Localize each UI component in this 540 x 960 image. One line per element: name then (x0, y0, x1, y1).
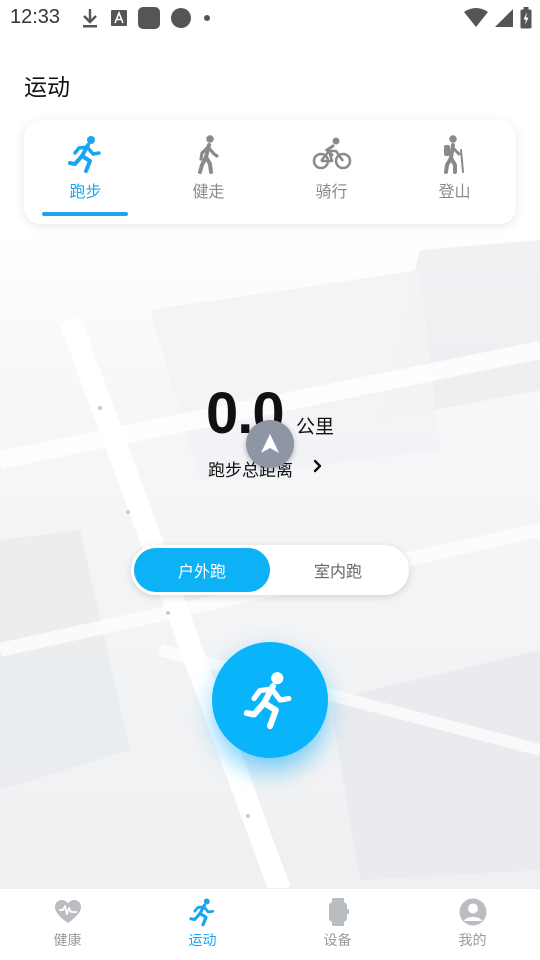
tab-cycling-label: 骑行 (315, 182, 348, 201)
profile-icon (459, 898, 486, 926)
nav-sport-label: 运动 (188, 933, 217, 949)
system-icons (464, 6, 532, 30)
tab-running-label: 跑步 (69, 182, 102, 201)
indoor-run-button[interactable]: 室内跑 (270, 548, 406, 592)
tab-walking[interactable]: 健走 (147, 120, 270, 224)
tab-cycling[interactable]: 骑行 (270, 120, 393, 224)
more-dot-icon (204, 15, 210, 21)
nav-health[interactable]: 健康 (0, 889, 135, 960)
hiking-icon (443, 135, 464, 174)
tab-walking-label: 健走 (192, 182, 225, 201)
nav-profile[interactable]: 我的 (405, 889, 540, 960)
page-title: 运动 (24, 75, 70, 101)
chevron-right-icon (313, 459, 322, 473)
signal-icon (495, 9, 513, 27)
running-icon (67, 136, 101, 173)
watch-icon (328, 898, 349, 926)
app-square-icon (138, 7, 160, 29)
nav-profile-label: 我的 (458, 933, 487, 949)
wifi-icon (464, 8, 488, 27)
distance-unit: 公里 (296, 416, 335, 438)
running-icon (188, 898, 214, 927)
navigation-arrow-icon (261, 434, 279, 453)
tab-hiking[interactable]: 登山 (393, 120, 516, 224)
start-run-button[interactable] (212, 642, 328, 758)
tab-hiking-label: 登山 (438, 182, 471, 201)
sport-type-tabs: 跑步 健走 骑行 登山 (24, 120, 516, 224)
status-time: 12:33 (10, 6, 61, 28)
active-tab-indicator (42, 212, 128, 216)
app-circle-icon (171, 8, 191, 28)
my-location-button[interactable] (246, 420, 294, 468)
battery-icon (520, 7, 532, 29)
heart-icon (54, 900, 81, 923)
status-bar: 12:33 (0, 0, 540, 36)
cycling-icon (312, 137, 351, 170)
font-icon (111, 10, 127, 26)
tab-running[interactable]: 跑步 (24, 120, 147, 224)
outdoor-run-button[interactable]: 户外跑 (134, 548, 270, 592)
walking-icon (197, 135, 219, 174)
run-mode-toggle: 户外跑 室内跑 (131, 545, 409, 595)
nav-device[interactable]: 设备 (270, 889, 405, 960)
nav-health-label: 健康 (53, 933, 82, 949)
running-icon (243, 672, 292, 730)
bottom-navigation: 健康 运动 设备 我的 (0, 888, 540, 960)
nav-device-label: 设备 (323, 933, 352, 949)
download-icon (83, 9, 97, 28)
sport-screen: 12:33 运动 跑步 健走 骑行 登山 0.0 公里 跑步总距离 户外跑 室内… (0, 0, 540, 960)
nav-sport[interactable]: 运动 (135, 889, 270, 960)
notification-icons (80, 6, 212, 30)
